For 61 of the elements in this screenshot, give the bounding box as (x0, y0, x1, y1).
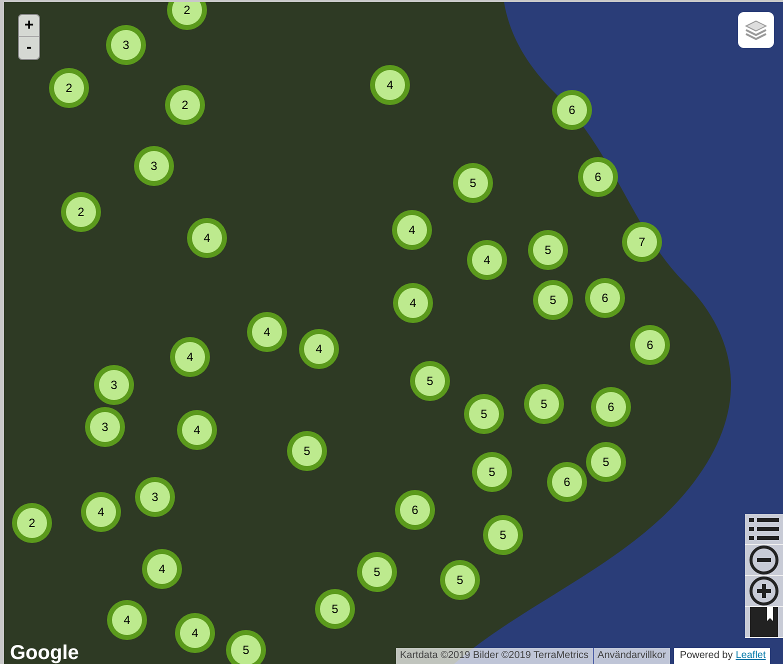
google-logo: Google (10, 641, 79, 664)
cluster-marker[interactable]: 4 (393, 283, 433, 323)
cluster-marker[interactable]: 2 (49, 68, 89, 108)
minus-circle-icon (749, 545, 779, 575)
cluster-marker[interactable]: 5 (440, 560, 480, 600)
layers-icon (744, 19, 768, 41)
zoom-in-button[interactable] (745, 576, 783, 607)
cluster-marker[interactable]: 4 (170, 337, 210, 377)
cluster-marker[interactable]: 5 (586, 442, 626, 482)
zoom-out-button[interactable]: - (19, 37, 39, 59)
cluster-marker[interactable]: 4 (107, 600, 147, 640)
cluster-marker[interactable]: 3 (135, 477, 175, 517)
cluster-marker[interactable]: 4 (299, 329, 339, 369)
cluster-marker[interactable]: 5 (357, 552, 397, 592)
list-icon (749, 517, 779, 541)
bookmark-button[interactable] (745, 607, 783, 638)
cluster-marker[interactable]: 4 (142, 549, 182, 589)
cluster-marker[interactable]: 2 (165, 85, 205, 125)
zoom-out-button[interactable] (745, 545, 783, 576)
cluster-marker[interactable]: 5 (472, 452, 512, 492)
leaflet-link[interactable]: Leaflet (736, 648, 770, 664)
powered-by-text: Powered by (674, 648, 736, 664)
cluster-marker[interactable]: 3 (134, 146, 174, 186)
cluster-marker[interactable]: 5 (483, 515, 523, 555)
cluster-marker[interactable]: 5 (287, 431, 327, 471)
cluster-marker[interactable]: 6 (585, 278, 625, 318)
cluster-marker[interactable]: 5 (226, 630, 266, 664)
cluster-marker[interactable]: 5 (528, 230, 568, 270)
cluster-marker[interactable]: 5 (410, 361, 450, 401)
cluster-marker[interactable]: 5 (464, 394, 504, 434)
cluster-marker[interactable]: 6 (578, 157, 618, 197)
terms-link[interactable]: Användarvillkor (592, 648, 670, 664)
cluster-marker[interactable]: 2 (167, 2, 207, 30)
cluster-marker[interactable]: 6 (395, 490, 435, 530)
cluster-marker[interactable]: 3 (85, 407, 125, 447)
cluster-marker[interactable]: 2 (61, 192, 101, 232)
cluster-marker[interactable]: 7 (622, 222, 662, 262)
bookmark-icon (750, 607, 778, 637)
cluster-marker[interactable]: 4 (247, 312, 287, 352)
layers-button[interactable] (738, 12, 774, 48)
cluster-marker[interactable]: 3 (94, 365, 134, 405)
zoom-in-button[interactable]: + (19, 15, 39, 37)
cluster-marker[interactable]: 6 (630, 325, 670, 365)
cluster-marker[interactable]: 4 (81, 492, 121, 532)
cluster-marker[interactable]: 5 (533, 280, 573, 320)
cluster-marker[interactable]: 5 (453, 163, 493, 203)
cluster-marker[interactable]: 6 (547, 462, 587, 502)
cluster-marker[interactable]: 5 (315, 589, 355, 629)
satellite-map[interactable]: 2 3 2 2 4 6 3 5 6 2 4 4 4 5 7 4 5 6 4 4 4 6 3 5 3 4 5 5 6 5 5 6 5 2 4 3 6 5 4 5 5 5 4 4 Google 5 + - Kartdata ©2019 Bilder ©2019 TerraMetrics Användarvillkor Powered by Leaflet (4, 2, 783, 664)
cluster-marker[interactable]: 2 (12, 503, 52, 543)
cluster-marker[interactable]: 4 (467, 240, 507, 280)
cluster-marker[interactable]: 3 (106, 25, 146, 65)
map-data-attribution: Kartdata ©2019 Bilder ©2019 TerraMetrics (396, 648, 593, 664)
cluster-marker[interactable]: 6 (591, 387, 631, 427)
cluster-marker[interactable]: 4 (177, 410, 217, 450)
cluster-marker[interactable]: 5 (524, 384, 564, 424)
plus-circle-icon (749, 576, 779, 606)
cluster-marker[interactable]: 4 (187, 218, 227, 258)
cluster-marker[interactable]: 4 (370, 65, 410, 105)
cluster-marker[interactable]: 4 (175, 613, 215, 653)
cluster-marker[interactable]: 4 (392, 210, 432, 250)
